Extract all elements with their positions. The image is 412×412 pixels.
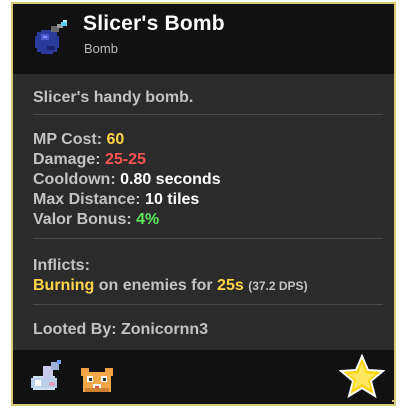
pet-icon[interactable] [77,358,117,394]
item-title: Slicer's Bomb [83,12,225,35]
effect-duration: 25s [217,277,244,294]
stat-value: 0.80 seconds [120,171,221,188]
tooltip-footer [13,350,394,404]
star-icon[interactable] [339,354,385,398]
stat-label: Max Distance: [33,191,141,208]
stat-label: MP Cost: [33,131,103,148]
inflicts-line: Burning on enemies for 25s (37.2 DPS) [33,276,308,296]
stat-max-distance: Max Distance: 10 tiles [33,190,199,209]
inflicts-heading: Inflicts: [33,257,90,274]
stat-cooldown: Cooldown: 0.80 seconds [33,170,221,189]
stat-damage: Damage: 25-25 [33,150,146,169]
effect-text: on enemies for [98,277,213,294]
stat-label: Damage: [33,151,101,168]
divider [33,304,383,305]
divider [33,238,383,239]
dye-icon[interactable] [27,358,67,394]
item-description: Slicer's handy bomb. [33,89,194,106]
stat-value: 60 [106,131,125,148]
divider [33,114,383,115]
tooltip-body: Slicer's handy bomb. MP Cost: 60 Damage:… [13,74,394,350]
stat-value: 4% [136,211,160,228]
stat-label: Cooldown: [33,171,116,188]
looted-by: Looted By: Zonicornn3 [33,321,209,338]
stat-valor-bonus: Valor Bonus: 4% [33,210,159,229]
stat-value: 25-25 [105,151,146,168]
tooltip-header: Slicer's Bomb Bomb [13,4,394,74]
bomb-icon [35,20,67,54]
item-type: Bomb [84,41,118,56]
stat-value: 10 tiles [145,191,200,208]
stat-mp-cost: MP Cost: 60 [33,130,124,149]
effect-name: Burning [33,277,95,294]
item-tooltip: Slicer's Bomb Bomb Slicer's handy bomb. … [11,2,396,406]
resize-handle-icon[interactable] [388,396,398,406]
stat-label: Valor Bonus: [33,211,132,228]
effect-dps: (37.2 DPS) [248,279,308,293]
